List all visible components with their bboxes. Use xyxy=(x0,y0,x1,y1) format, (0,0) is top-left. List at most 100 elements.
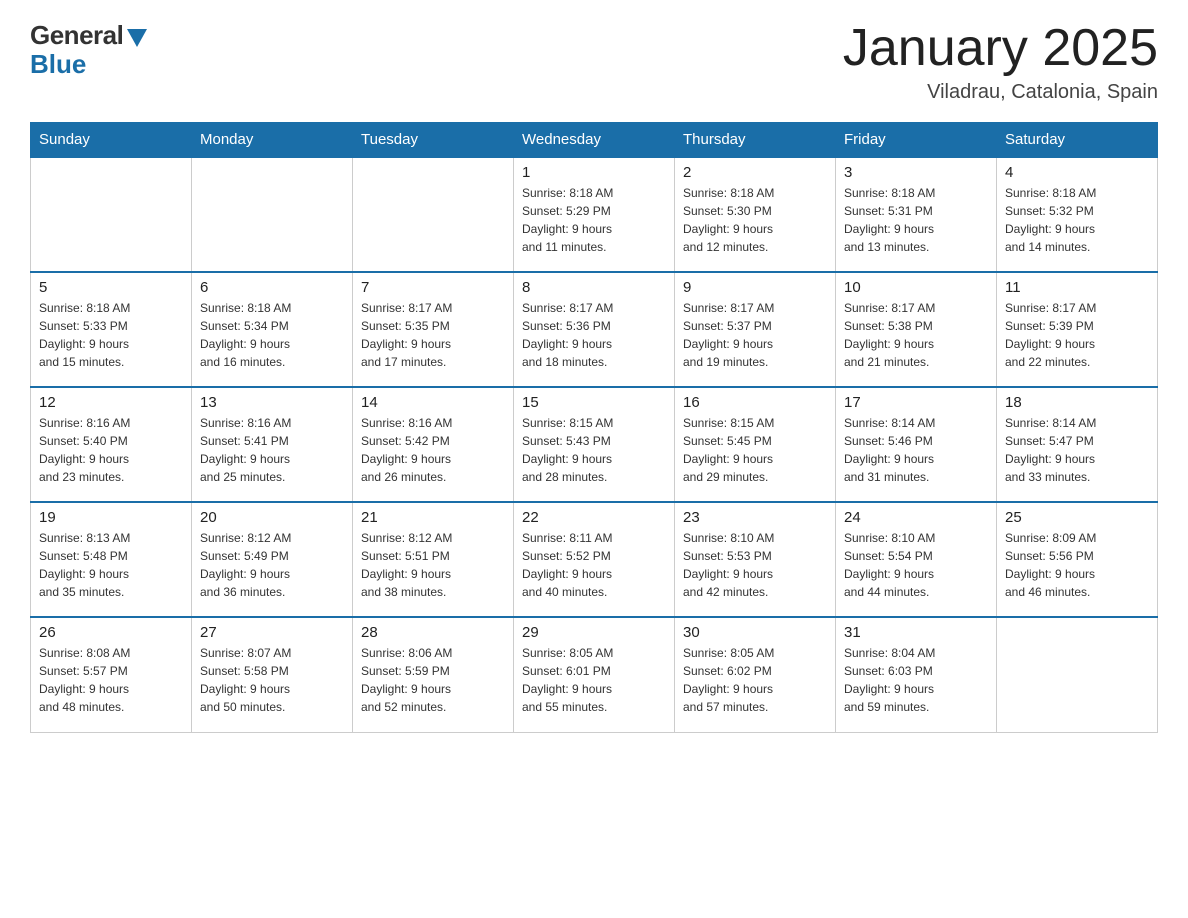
calendar-body: 1 Sunrise: 8:18 AM Sunset: 5:29 PM Daylig… xyxy=(31,157,1158,732)
day-info: Sunrise: 8:11 AM Sunset: 5:52 PM Dayligh… xyxy=(522,529,666,601)
day-info: Sunrise: 8:05 AM Sunset: 6:01 PM Dayligh… xyxy=(522,644,666,716)
calendar-cell: 14Sunrise: 8:16 AM Sunset: 5:42 PM Dayli… xyxy=(353,387,514,502)
calendar-header-saturday: Saturday xyxy=(997,123,1158,158)
day-number: 18 xyxy=(1005,394,1149,411)
day-number: 4 xyxy=(1005,164,1149,181)
calendar-cell: 13 Sunrise: 8:16 AM Sunset: 5:41 PM Dayli… xyxy=(192,387,353,502)
day-number: 9 xyxy=(683,279,827,296)
calendar-cell: 5 Sunrise: 8:18 AM Sunset: 5:33 PM Daylig… xyxy=(31,272,192,387)
day-info: Sunrise: 8:18 AM Sunset: 5:31 PM Dayligh… xyxy=(844,184,988,256)
day-number: 14 xyxy=(361,394,505,411)
day-number: 30 xyxy=(683,624,827,641)
day-number: 20 xyxy=(200,509,344,526)
calendar-cell xyxy=(997,617,1158,732)
calendar-cell: 1 Sunrise: 8:18 AM Sunset: 5:29 PM Daylig… xyxy=(514,157,675,272)
day-number: 26 xyxy=(39,624,183,641)
day-number: 7 xyxy=(361,279,505,296)
calendar-cell: 31 Sunrise: 8:04 AM Sunset: 6:03 PM Dayli… xyxy=(836,617,997,732)
location-text: Viladrau, Catalonia, Spain xyxy=(843,81,1158,104)
calendar-header: SundayMondayTuesdayWednesdayThursdayFrid… xyxy=(31,123,1158,158)
calendar-cell: 10 Sunrise: 8:17 AM Sunset: 5:38 PM Dayli… xyxy=(836,272,997,387)
calendar-table: SundayMondayTuesdayWednesdayThursdayFrid… xyxy=(30,122,1158,733)
logo-general-text: General xyxy=(30,20,123,51)
calendar-header-friday: Friday xyxy=(836,123,997,158)
calendar-cell: 19 Sunrise: 8:13 AM Sunset: 5:48 PM Dayli… xyxy=(31,502,192,617)
day-info: Sunrise: 8:13 AM Sunset: 5:48 PM Dayligh… xyxy=(39,529,183,601)
day-number: 1 xyxy=(522,164,666,181)
calendar-cell: 12 Sunrise: 8:16 AM Sunset: 5:40 PM Dayli… xyxy=(31,387,192,502)
calendar-cell: 16Sunrise: 8:15 AM Sunset: 5:45 PM Dayli… xyxy=(675,387,836,502)
day-number: 27 xyxy=(200,624,344,641)
calendar-header-wednesday: Wednesday xyxy=(514,123,675,158)
calendar-week-4: 19 Sunrise: 8:13 AM Sunset: 5:48 PM Dayli… xyxy=(31,502,1158,617)
day-info: Sunrise: 8:18 AM Sunset: 5:33 PM Dayligh… xyxy=(39,299,183,371)
day-number: 15 xyxy=(522,394,666,411)
calendar-cell: 25Sunrise: 8:09 AM Sunset: 5:56 PM Dayli… xyxy=(997,502,1158,617)
day-info: Sunrise: 8:16 AM Sunset: 5:40 PM Dayligh… xyxy=(39,414,183,486)
day-number: 12 xyxy=(39,394,183,411)
day-number: 19 xyxy=(39,509,183,526)
calendar-week-3: 12 Sunrise: 8:16 AM Sunset: 5:40 PM Dayli… xyxy=(31,387,1158,502)
day-info: Sunrise: 8:14 AM Sunset: 5:46 PM Dayligh… xyxy=(844,414,988,486)
page-header: General Blue January 2025 Viladrau, Cata… xyxy=(30,20,1158,104)
day-number: 17 xyxy=(844,394,988,411)
day-number: 23 xyxy=(683,509,827,526)
day-number: 2 xyxy=(683,164,827,181)
day-number: 6 xyxy=(200,279,344,296)
calendar-cell: 23 Sunrise: 8:10 AM Sunset: 5:53 PM Dayli… xyxy=(675,502,836,617)
day-info: Sunrise: 8:08 AM Sunset: 5:57 PM Dayligh… xyxy=(39,644,183,716)
day-info: Sunrise: 8:17 AM Sunset: 5:36 PM Dayligh… xyxy=(522,299,666,371)
day-number: 28 xyxy=(361,624,505,641)
calendar-cell: 8 Sunrise: 8:17 AM Sunset: 5:36 PM Daylig… xyxy=(514,272,675,387)
calendar-week-5: 26 Sunrise: 8:08 AM Sunset: 5:57 PM Dayli… xyxy=(31,617,1158,732)
day-info: Sunrise: 8:16 AM Sunset: 5:41 PM Dayligh… xyxy=(200,414,344,486)
logo-arrow-icon xyxy=(127,29,147,47)
day-info: Sunrise: 8:15 AM Sunset: 5:45 PM Dayligh… xyxy=(683,414,827,486)
day-info: Sunrise: 8:07 AM Sunset: 5:58 PM Dayligh… xyxy=(200,644,344,716)
day-info: Sunrise: 8:15 AM Sunset: 5:43 PM Dayligh… xyxy=(522,414,666,486)
calendar-header-monday: Monday xyxy=(192,123,353,158)
calendar-cell: 6 Sunrise: 8:18 AM Sunset: 5:34 PM Daylig… xyxy=(192,272,353,387)
calendar-cell: 30 Sunrise: 8:05 AM Sunset: 6:02 PM Dayli… xyxy=(675,617,836,732)
calendar-header-tuesday: Tuesday xyxy=(353,123,514,158)
day-info: Sunrise: 8:12 AM Sunset: 5:49 PM Dayligh… xyxy=(200,529,344,601)
calendar-cell: 21Sunrise: 8:12 AM Sunset: 5:51 PM Dayli… xyxy=(353,502,514,617)
day-info: Sunrise: 8:14 AM Sunset: 5:47 PM Dayligh… xyxy=(1005,414,1149,486)
day-info: Sunrise: 8:17 AM Sunset: 5:38 PM Dayligh… xyxy=(844,299,988,371)
day-info: Sunrise: 8:04 AM Sunset: 6:03 PM Dayligh… xyxy=(844,644,988,716)
day-info: Sunrise: 8:17 AM Sunset: 5:39 PM Dayligh… xyxy=(1005,299,1149,371)
day-number: 24 xyxy=(844,509,988,526)
day-number: 22 xyxy=(522,509,666,526)
calendar-cell: 24 Sunrise: 8:10 AM Sunset: 5:54 PM Dayli… xyxy=(836,502,997,617)
day-info: Sunrise: 8:05 AM Sunset: 6:02 PM Dayligh… xyxy=(683,644,827,716)
day-number: 3 xyxy=(844,164,988,181)
day-info: Sunrise: 8:10 AM Sunset: 5:54 PM Dayligh… xyxy=(844,529,988,601)
calendar-header-sunday: Sunday xyxy=(31,123,192,158)
calendar-cell: 18 Sunrise: 8:14 AM Sunset: 5:47 PM Dayli… xyxy=(997,387,1158,502)
calendar-cell xyxy=(192,157,353,272)
day-number: 29 xyxy=(522,624,666,641)
day-number: 5 xyxy=(39,279,183,296)
calendar-cell: 27 Sunrise: 8:07 AM Sunset: 5:58 PM Dayli… xyxy=(192,617,353,732)
calendar-cell xyxy=(353,157,514,272)
day-info: Sunrise: 8:18 AM Sunset: 5:34 PM Dayligh… xyxy=(200,299,344,371)
day-info: Sunrise: 8:18 AM Sunset: 5:29 PM Dayligh… xyxy=(522,184,666,256)
calendar-cell: 29 Sunrise: 8:05 AM Sunset: 6:01 PM Dayli… xyxy=(514,617,675,732)
day-info: Sunrise: 8:06 AM Sunset: 5:59 PM Dayligh… xyxy=(361,644,505,716)
day-info: Sunrise: 8:18 AM Sunset: 5:30 PM Dayligh… xyxy=(683,184,827,256)
calendar-cell: 9Sunrise: 8:17 AM Sunset: 5:37 PM Daylig… xyxy=(675,272,836,387)
calendar-cell xyxy=(31,157,192,272)
day-number: 13 xyxy=(200,394,344,411)
calendar-cell: 2 Sunrise: 8:18 AM Sunset: 5:30 PM Daylig… xyxy=(675,157,836,272)
day-info: Sunrise: 8:18 AM Sunset: 5:32 PM Dayligh… xyxy=(1005,184,1149,256)
logo-blue-text: Blue xyxy=(30,49,86,80)
title-area: January 2025 Viladrau, Catalonia, Spain xyxy=(843,20,1158,104)
day-number: 31 xyxy=(844,624,988,641)
calendar-cell: 3 Sunrise: 8:18 AM Sunset: 5:31 PM Daylig… xyxy=(836,157,997,272)
month-title: January 2025 xyxy=(843,20,1158,77)
calendar-cell: 17 Sunrise: 8:14 AM Sunset: 5:46 PM Dayli… xyxy=(836,387,997,502)
day-number: 10 xyxy=(844,279,988,296)
calendar-cell: 4 Sunrise: 8:18 AM Sunset: 5:32 PM Daylig… xyxy=(997,157,1158,272)
day-number: 8 xyxy=(522,279,666,296)
day-info: Sunrise: 8:10 AM Sunset: 5:53 PM Dayligh… xyxy=(683,529,827,601)
